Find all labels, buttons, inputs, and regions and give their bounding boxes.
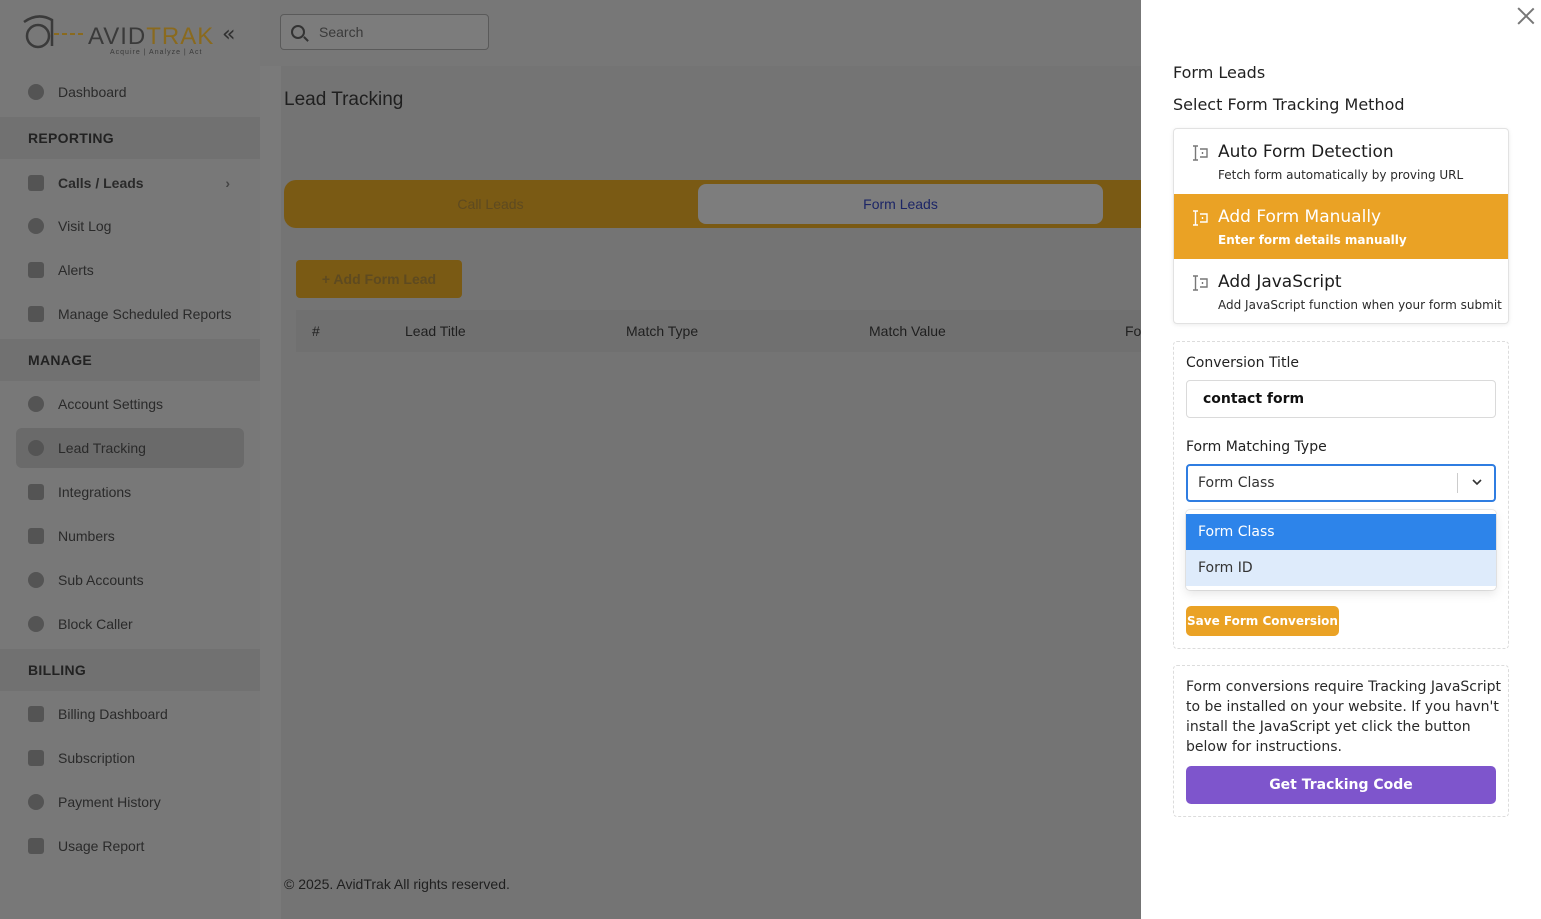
form-matching-type-label: Form Matching Type bbox=[1186, 439, 1327, 455]
column-header-form: Fo bbox=[1125, 323, 1142, 339]
sidebar-item-billing-dashboard[interactable]: Billing Dashboard bbox=[16, 694, 244, 734]
form-matching-type-value: Form Class bbox=[1198, 475, 1275, 491]
drawer-title: Form Leads bbox=[1173, 63, 1266, 82]
report-icon bbox=[28, 838, 44, 854]
sidebar-item-integrations[interactable]: Integrations bbox=[16, 472, 244, 512]
form-input-icon bbox=[1193, 210, 1208, 226]
section-billing: BILLING bbox=[0, 649, 260, 691]
sidebar-item-lead-tracking[interactable]: Lead Tracking bbox=[16, 428, 244, 468]
form-input-icon bbox=[1193, 145, 1208, 161]
chevron-right-icon: › bbox=[225, 175, 230, 191]
card-settings-icon bbox=[28, 750, 44, 766]
column-header-match-value: Match Value bbox=[869, 323, 946, 339]
tab-call-leads[interactable]: Call Leads bbox=[288, 184, 693, 224]
logo-mark-icon bbox=[23, 15, 84, 49]
sidebar-item-sub-accounts[interactable]: Sub Accounts bbox=[16, 560, 244, 600]
phone-icon bbox=[28, 175, 44, 191]
select-separator bbox=[1457, 473, 1458, 493]
logo: AVIDTRAK Acquire | Analyze | Act bbox=[18, 12, 218, 62]
drawer-subtitle: Select Form Tracking Method bbox=[1173, 95, 1405, 114]
sidebar-item-calls-leads[interactable]: Calls / Leads › bbox=[16, 163, 244, 203]
option-form-id[interactable]: Form ID bbox=[1186, 550, 1496, 586]
logo-wordmark: AVIDTRAK bbox=[88, 23, 215, 50]
tracking-info-text: Form conversions require Tracking JavaSc… bbox=[1186, 679, 1502, 755]
tracking-method-list: Auto Form Detection Fetch form automatic… bbox=[1173, 128, 1509, 324]
form-matching-type-menu: Form Class Form ID bbox=[1186, 510, 1496, 590]
grid-plus-icon bbox=[28, 484, 44, 500]
table-header: # Lead Title Match Type Match Value Fo bbox=[296, 310, 1141, 352]
users-icon bbox=[28, 572, 44, 588]
lead-tabs: Call Leads Form Leads bbox=[284, 180, 1154, 228]
double-chevron-left-icon[interactable]: « bbox=[222, 22, 235, 47]
footer-copyright: © 2025. AvidTrak All rights reserved. bbox=[284, 876, 510, 892]
conversion-title-label: Conversion Title bbox=[1186, 355, 1299, 371]
sidebar-item-subscription[interactable]: Subscription bbox=[16, 738, 244, 778]
section-reporting: REPORTING bbox=[0, 117, 260, 159]
pie-chart-icon bbox=[28, 440, 44, 456]
method-add-javascript[interactable]: Add JavaScript Add JavaScript function w… bbox=[1174, 259, 1508, 323]
gear-icon bbox=[28, 396, 44, 412]
tab-form-leads[interactable]: Form Leads bbox=[698, 184, 1103, 224]
search-icon bbox=[291, 25, 305, 39]
form-input-icon bbox=[1193, 275, 1208, 291]
sidebar-item-numbers[interactable]: Numbers bbox=[16, 516, 244, 556]
sidebar-item-visit-log[interactable]: Visit Log bbox=[16, 206, 244, 246]
dashboard-icon bbox=[28, 84, 44, 100]
sidebar-item-block-caller[interactable]: Block Caller bbox=[16, 604, 244, 644]
app-background: AVIDTRAK Acquire | Analyze | Act « Dashb… bbox=[0, 0, 1154, 919]
get-tracking-code-button[interactable]: Get Tracking Code bbox=[1186, 766, 1496, 804]
method-auto-form-detection[interactable]: Auto Form Detection Fetch form automatic… bbox=[1174, 129, 1508, 194]
column-header-number: # bbox=[312, 323, 320, 339]
credit-card-icon bbox=[28, 706, 44, 722]
search-input[interactable]: Search bbox=[280, 14, 489, 50]
add-form-lead-button[interactable]: + Add Form Lead bbox=[296, 260, 462, 298]
hash-icon bbox=[28, 528, 44, 544]
sidebar-item-manage-scheduled-reports[interactable]: Manage Scheduled Reports bbox=[16, 294, 244, 334]
option-form-class[interactable]: Form Class bbox=[1186, 514, 1496, 550]
section-manage: MANAGE bbox=[0, 339, 260, 381]
column-header-match-type: Match Type bbox=[626, 323, 699, 339]
close-icon[interactable] bbox=[1515, 3, 1537, 25]
chevron-down-icon[interactable] bbox=[1472, 477, 1482, 487]
sidebar-item-alerts[interactable]: Alerts bbox=[16, 250, 244, 290]
page-title: Lead Tracking bbox=[284, 89, 404, 110]
sidebar-item-dashboard[interactable]: Dashboard bbox=[16, 72, 244, 112]
save-form-conversion-button[interactable]: Save Form Conversion bbox=[1186, 606, 1339, 636]
method-add-form-manually[interactable]: Add Form Manually Enter form details man… bbox=[1174, 194, 1508, 259]
user-block-icon bbox=[28, 616, 44, 632]
chat-icon bbox=[28, 262, 44, 278]
sidebar-item-payment-history[interactable]: Payment History bbox=[16, 782, 244, 822]
column-header-lead-title: Lead Title bbox=[405, 323, 466, 339]
dollar-icon bbox=[28, 794, 44, 810]
conversion-title-input[interactable]: contact form bbox=[1186, 380, 1496, 418]
form-matching-type-select[interactable]: Form Class bbox=[1186, 464, 1496, 502]
sidebar-item-account-settings[interactable]: Account Settings bbox=[16, 384, 244, 424]
globe-icon bbox=[28, 218, 44, 234]
calendar-icon bbox=[28, 306, 44, 322]
logo-tagline: Acquire | Analyze | Act bbox=[110, 49, 203, 56]
sidebar-item-usage-report[interactable]: Usage Report bbox=[16, 826, 244, 866]
